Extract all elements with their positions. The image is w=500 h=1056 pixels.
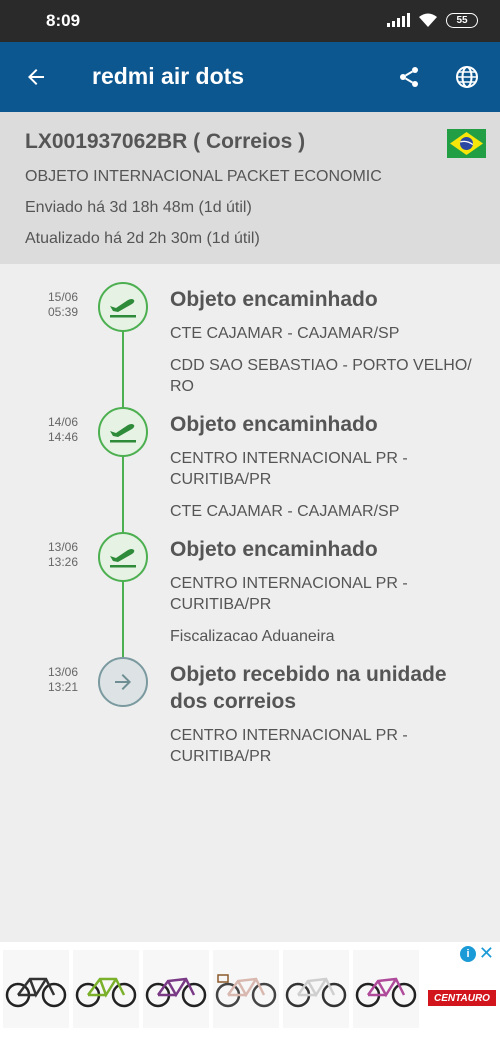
event-destination: CDD SAO SEBASTIAO - PORTO VELHO/ RO xyxy=(170,357,472,395)
status-bar: 8:09 55 xyxy=(0,0,500,42)
sent-info: Enviado há 3d 18h 48m (1d útil) xyxy=(25,199,252,216)
event-destination: Fiscalizacao Aduaneira xyxy=(170,628,335,645)
status-time: 8:09 xyxy=(46,11,81,30)
event-origin: CENTRO INTERNACIONAL PR - CURITIBA/PR xyxy=(170,727,408,765)
page-title: redmi air dots xyxy=(92,63,245,89)
status-icons: 55 xyxy=(387,12,478,28)
event-date: 13/06 13:26 xyxy=(47,540,78,569)
timeline-line xyxy=(122,330,124,408)
brand-logo[interactable]: CENTAURO xyxy=(428,990,496,1006)
event-title: Objeto encaminhado xyxy=(170,288,378,311)
bike-image[interactable] xyxy=(213,950,279,1028)
tracking-header: LX001937062BR ( Correios ) OBJETO INTERN… xyxy=(0,112,500,264)
timeline-line xyxy=(122,580,124,658)
close-icon[interactable]: ✕ xyxy=(479,943,494,964)
share-icon[interactable] xyxy=(392,60,426,94)
bike-image[interactable] xyxy=(73,950,139,1028)
event-date: 15/06 05:39 xyxy=(47,290,78,319)
event-title: Objeto recebido na unidade dos correios xyxy=(170,663,447,713)
package-type: OBJETO INTERNACIONAL PACKET ECONOMIC xyxy=(25,168,382,185)
bike-image[interactable] xyxy=(3,950,69,1028)
timeline-line xyxy=(122,455,124,533)
plane-departure-icon xyxy=(98,532,148,582)
tracking-code: LX001937062BR ( Correios ) xyxy=(25,130,306,153)
back-arrow-icon[interactable] xyxy=(18,59,54,95)
bike-image[interactable] xyxy=(353,950,419,1028)
event-destination: CTE CAJAMAR - CAJAMAR/SP xyxy=(170,503,400,520)
signal-icon xyxy=(387,13,410,27)
updated-info: Atualizado há 2d 2h 30m (1d útil) xyxy=(25,230,260,247)
event-title: Objeto encaminhado xyxy=(170,413,378,436)
app-bar: redmi air dots xyxy=(0,42,500,112)
brazil-flag-icon xyxy=(447,129,486,158)
ad-banner[interactable]: i ✕ CENTAURO xyxy=(0,942,500,1056)
battery-icon: 55 xyxy=(446,12,478,28)
plane-departure-icon xyxy=(98,282,148,332)
plane-departure-icon xyxy=(98,407,148,457)
event-origin: CENTRO INTERNACIONAL PR - CURITIBA/PR xyxy=(170,575,408,613)
event-origin: CTE CAJAMAR - CAJAMAR/SP xyxy=(170,325,400,342)
bike-image[interactable] xyxy=(143,950,209,1028)
bike-image[interactable] xyxy=(283,950,349,1028)
event-title: Objeto encaminhado xyxy=(170,538,378,561)
event-date: 14/06 14:46 xyxy=(47,415,78,444)
info-icon[interactable]: i xyxy=(460,946,476,962)
globe-icon[interactable] xyxy=(450,60,484,94)
wifi-icon xyxy=(419,13,437,27)
event-date: 13/06 13:21 xyxy=(47,665,78,694)
arrow-right-icon xyxy=(98,657,148,707)
event-origin: CENTRO INTERNACIONAL PR - CURITIBA/PR xyxy=(170,450,408,488)
